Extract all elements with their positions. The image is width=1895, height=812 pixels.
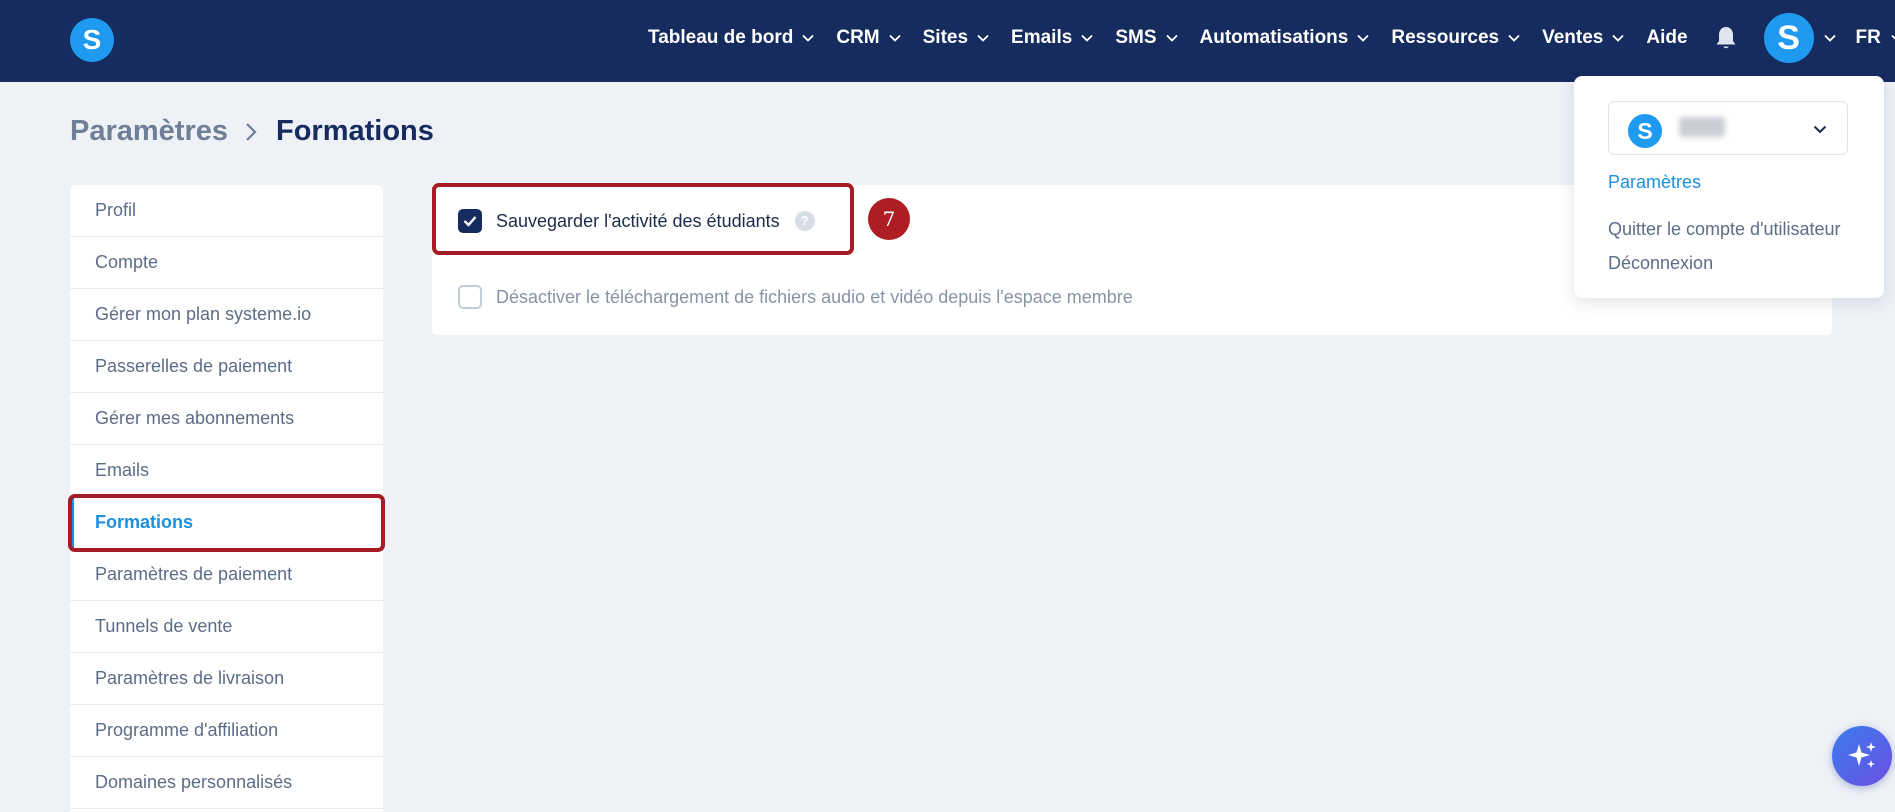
nav-emails[interactable]: Emails	[1011, 27, 1093, 49]
sidebar-item-profil[interactable]: Profil	[70, 185, 383, 237]
sidebar-item-tunnels-vente[interactable]: Tunnels de vente	[70, 601, 383, 653]
main-nav: Tableau de bord CRM Sites Emails SMS Aut…	[648, 0, 1895, 76]
save-student-activity-checkbox[interactable]	[458, 209, 482, 233]
sidebar-item-gerer-plan[interactable]: Gérer mon plan systeme.io	[70, 289, 383, 341]
systemeio-logo[interactable]: S	[70, 18, 114, 62]
disable-download-label[interactable]: Désactiver le téléchargement de fichiers…	[496, 287, 1133, 308]
save-student-activity-label[interactable]: Sauvegarder l'activité des étudiants	[496, 211, 780, 232]
breadcrumb-parent[interactable]: Paramètres	[70, 115, 228, 148]
sidebar-item-compte[interactable]: Compte	[70, 237, 383, 289]
avatar[interactable]: S	[1763, 13, 1814, 63]
chevron-right-icon	[246, 122, 257, 141]
chevron-down-icon	[977, 34, 989, 42]
disable-download-checkbox[interactable]	[458, 285, 482, 309]
chevron-down-icon	[1823, 34, 1836, 42]
chevron-down-icon	[1081, 34, 1093, 42]
page-title: Formations	[276, 115, 434, 147]
nav-automatisations[interactable]: Automatisations	[1200, 27, 1370, 49]
nav-label: Automatisations	[1199, 27, 1349, 48]
sidebar-item-gerer-abonnements[interactable]: Gérer mes abonnements	[70, 393, 383, 445]
account-name-blurred	[1679, 117, 1725, 137]
top-navigation-bar: S Tableau de bord CRM Sites Emails SMS A…	[0, 0, 1895, 82]
nav-label: CRM	[836, 27, 880, 48]
step-number-badge: 7	[868, 198, 910, 240]
sparkles-icon	[1848, 742, 1876, 768]
menu-item-parametres[interactable]: Paramètres	[1608, 172, 1701, 193]
account-logo: S	[1628, 114, 1662, 148]
nav-label: Aide	[1646, 27, 1688, 48]
breadcrumb: Paramètres Formations	[70, 115, 434, 148]
chevron-down-icon	[888, 34, 901, 42]
help-icon[interactable]: ?	[794, 211, 815, 231]
bell-icon[interactable]	[1714, 25, 1738, 51]
nav-label: Ventes	[1542, 27, 1604, 48]
menu-item-deconnexion[interactable]: Déconnexion	[1608, 253, 1713, 274]
nav-label: Tableau de bord	[648, 27, 794, 48]
nav-sites[interactable]: Sites	[923, 27, 989, 49]
chevron-down-icon	[1813, 125, 1827, 134]
account-selector[interactable]: S	[1608, 101, 1848, 155]
nav-tableau-de-bord[interactable]: Tableau de bord	[648, 27, 814, 49]
nav-crm[interactable]: CRM	[836, 27, 901, 49]
menu-item-quitter-compte[interactable]: Quitter le compte d'utilisateur	[1608, 219, 1841, 240]
disable-download-option: Désactiver le téléchargement de fichiers…	[458, 285, 1133, 309]
language-label: FR	[1855, 27, 1881, 48]
check-icon	[463, 216, 477, 227]
language-selector[interactable]: FR	[1856, 27, 1895, 49]
logo-letter: S	[82, 24, 102, 55]
ai-assistant-button[interactable]	[1832, 726, 1892, 786]
chevron-down-icon	[1612, 34, 1624, 42]
user-menu-toggle[interactable]: S	[1763, 13, 1836, 63]
nav-label: Ressources	[1391, 27, 1500, 48]
chevron-down-icon	[1891, 34, 1895, 40]
nav-label: Sites	[922, 27, 969, 48]
chevron-down-icon	[1165, 34, 1178, 42]
nav-ressources[interactable]: Ressources	[1391, 27, 1520, 49]
sidebar-item-formations[interactable]: Formations	[70, 497, 383, 549]
nav-label: SMS	[1115, 27, 1157, 48]
sidebar-item-parametres-livraison[interactable]: Paramètres de livraison	[70, 653, 383, 705]
chevron-down-icon	[1357, 34, 1369, 42]
chevron-down-icon	[802, 34, 814, 42]
save-student-activity-option: Sauvegarder l'activité des étudiants ?	[458, 209, 815, 233]
nav-ventes[interactable]: Ventes	[1542, 27, 1624, 49]
nav-sms[interactable]: SMS	[1115, 27, 1178, 49]
nav-label: Emails	[1011, 27, 1073, 48]
sidebar-item-domaines-personnalises[interactable]: Domaines personnalisés	[70, 757, 383, 809]
settings-sidebar: Profil Compte Gérer mon plan systeme.io …	[70, 185, 383, 812]
sidebar-item-emails[interactable]: Emails	[70, 445, 383, 497]
sidebar-item-programme-affiliation[interactable]: Programme d'affiliation	[70, 705, 383, 757]
sidebar-item-parametres-paiement[interactable]: Paramètres de paiement	[70, 549, 383, 601]
profile-dropdown-menu: S Paramètres Quitter le compte d'utilisa…	[1574, 76, 1884, 298]
nav-aide[interactable]: Aide	[1646, 27, 1687, 49]
chevron-down-icon	[1508, 34, 1520, 42]
sidebar-item-passerelles-paiement[interactable]: Passerelles de paiement	[70, 341, 383, 393]
